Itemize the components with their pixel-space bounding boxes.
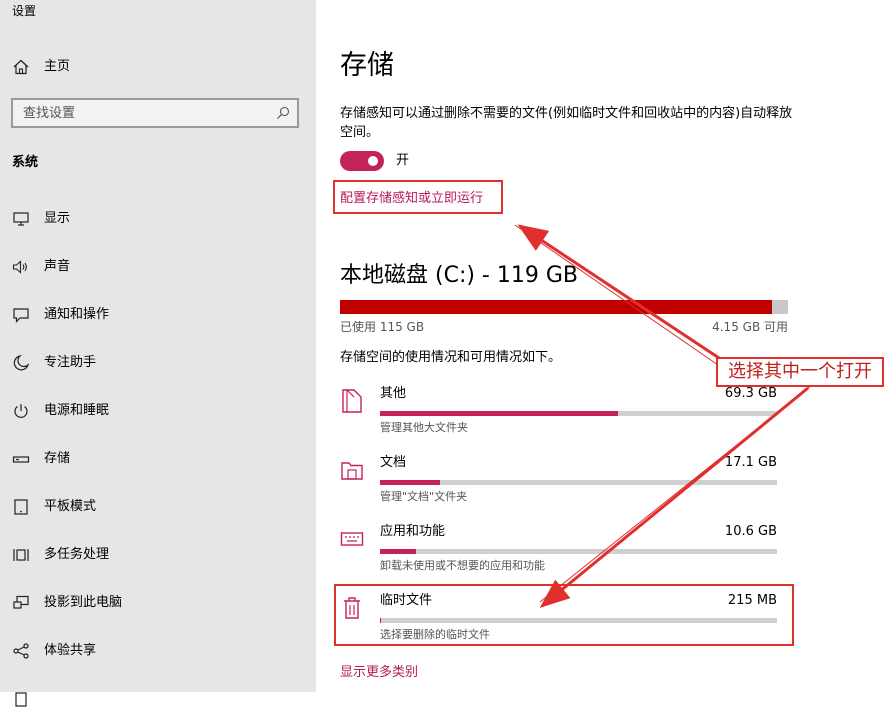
category-documents[interactable]: 文档 17.1 GB 管理"文档"文件夹 xyxy=(340,453,780,513)
nav-item-label: 存储 xyxy=(44,451,71,466)
home-icon xyxy=(13,59,29,75)
nav-item-next[interactable] xyxy=(0,680,316,720)
annotation-callout: 选择其中一个打开 xyxy=(716,357,884,387)
other-files-icon xyxy=(342,389,362,413)
nav-item-label: 通知和操作 xyxy=(44,307,110,322)
storage-icon xyxy=(12,456,30,463)
nav-item-label: 体验共享 xyxy=(44,643,97,658)
category-description: 管理"文档"文件夹 xyxy=(380,490,468,503)
category-bar xyxy=(380,480,777,485)
section-header-system: 系统 xyxy=(12,155,39,170)
category-other[interactable]: 其他 69.3 GB 管理其他大文件夹 xyxy=(340,384,780,444)
category-size: 17.1 GB xyxy=(724,455,777,470)
nav-item-display[interactable]: 显示 xyxy=(0,200,316,240)
sidebar: 设置 主页 系统 显示 声音 通知和操作 xyxy=(0,0,316,707)
monitor-icon xyxy=(13,212,29,226)
tablet-icon xyxy=(14,499,28,515)
folder-icon xyxy=(341,462,363,480)
nav-item-tablet-mode[interactable]: 平板模式 xyxy=(0,488,316,528)
multitask-icon xyxy=(13,549,29,561)
storage-sense-toggle[interactable] xyxy=(340,151,384,171)
highlight-box-config xyxy=(333,180,503,214)
category-bar xyxy=(380,411,777,416)
search-box[interactable] xyxy=(11,98,299,128)
disk-used-label: 已使用 115 GB xyxy=(340,320,425,334)
category-name: 其他 xyxy=(380,386,407,401)
category-bar-fill xyxy=(380,480,440,485)
nav-item-label: 声音 xyxy=(44,259,71,274)
main-panel: 存储 存储感知可以通过删除不需要的文件(例如临时文件和回收站中的内容)自动释放空… xyxy=(316,0,894,692)
highlight-box-temp-files xyxy=(334,584,794,646)
category-size: 10.6 GB xyxy=(724,524,777,539)
category-description: 管理其他大文件夹 xyxy=(380,421,468,434)
disk-free-label: 4.15 GB 可用 xyxy=(712,320,788,334)
nav-item-notifications[interactable]: 通知和操作 xyxy=(0,296,316,336)
disk-title: 本地磁盘 (C:) - 119 GB xyxy=(340,263,578,288)
usage-note: 存储空间的使用情况和可用情况如下。 xyxy=(340,350,562,365)
speaker-icon xyxy=(12,260,27,274)
nav-item-label: 平板模式 xyxy=(44,499,97,514)
nav-item-sound[interactable]: 声音 xyxy=(0,248,316,288)
toggle-knob xyxy=(368,156,378,166)
category-name: 文档 xyxy=(380,455,407,470)
show-more-categories-link[interactable]: 显示更多类别 xyxy=(340,661,418,680)
page-title: 存储 xyxy=(340,50,394,81)
storage-sense-description: 存储感知可以通过删除不需要的文件(例如临时文件和回收站中的内容)自动释放空间。 xyxy=(340,106,793,140)
category-apps-features[interactable]: 应用和功能 10.6 GB 卸载未使用或不想要的应用和功能 xyxy=(340,522,780,582)
category-description: 卸载未使用或不想要的应用和功能 xyxy=(380,559,545,572)
nav-item-project-to-pc[interactable]: 投影到此电脑 xyxy=(0,584,316,624)
nav-item-label: 电源和睡眠 xyxy=(44,403,110,418)
nav-item-label: 专注助手 xyxy=(44,355,97,370)
nav-item-label: 多任务处理 xyxy=(44,547,110,562)
nav-item-label: 投影到此电脑 xyxy=(44,595,123,610)
nav-item-focus-assist[interactable]: 专注助手 xyxy=(0,344,316,384)
nav-item-storage[interactable]: 存储 xyxy=(0,440,316,480)
storage-sense-toggle-label: 开 xyxy=(396,153,410,168)
disk-usage-fill xyxy=(340,300,773,314)
clipboard-icon xyxy=(15,692,27,707)
share-icon xyxy=(13,643,29,659)
category-name: 应用和功能 xyxy=(380,524,446,539)
keyboard-icon xyxy=(340,532,364,546)
nav-home[interactable]: 主页 xyxy=(0,48,316,88)
nav-home-label: 主页 xyxy=(44,59,71,74)
disk-usage-bar xyxy=(340,300,788,314)
power-icon xyxy=(14,404,28,418)
project-icon xyxy=(13,595,29,609)
window-title: 设置 xyxy=(12,4,37,18)
category-bar xyxy=(380,549,777,554)
nav-item-shared-experiences[interactable]: 体验共享 xyxy=(0,632,316,672)
notification-icon xyxy=(13,308,29,323)
nav-item-label: 显示 xyxy=(44,211,71,226)
search-input[interactable] xyxy=(23,104,263,122)
moon-icon xyxy=(13,354,30,371)
category-size: 69.3 GB xyxy=(724,386,777,401)
category-bar-fill xyxy=(380,549,416,554)
nav-item-multitasking[interactable]: 多任务处理 xyxy=(0,536,316,576)
category-bar-fill xyxy=(380,411,619,416)
nav-item-power-sleep[interactable]: 电源和睡眠 xyxy=(0,392,316,432)
search-icon[interactable] xyxy=(276,106,290,120)
